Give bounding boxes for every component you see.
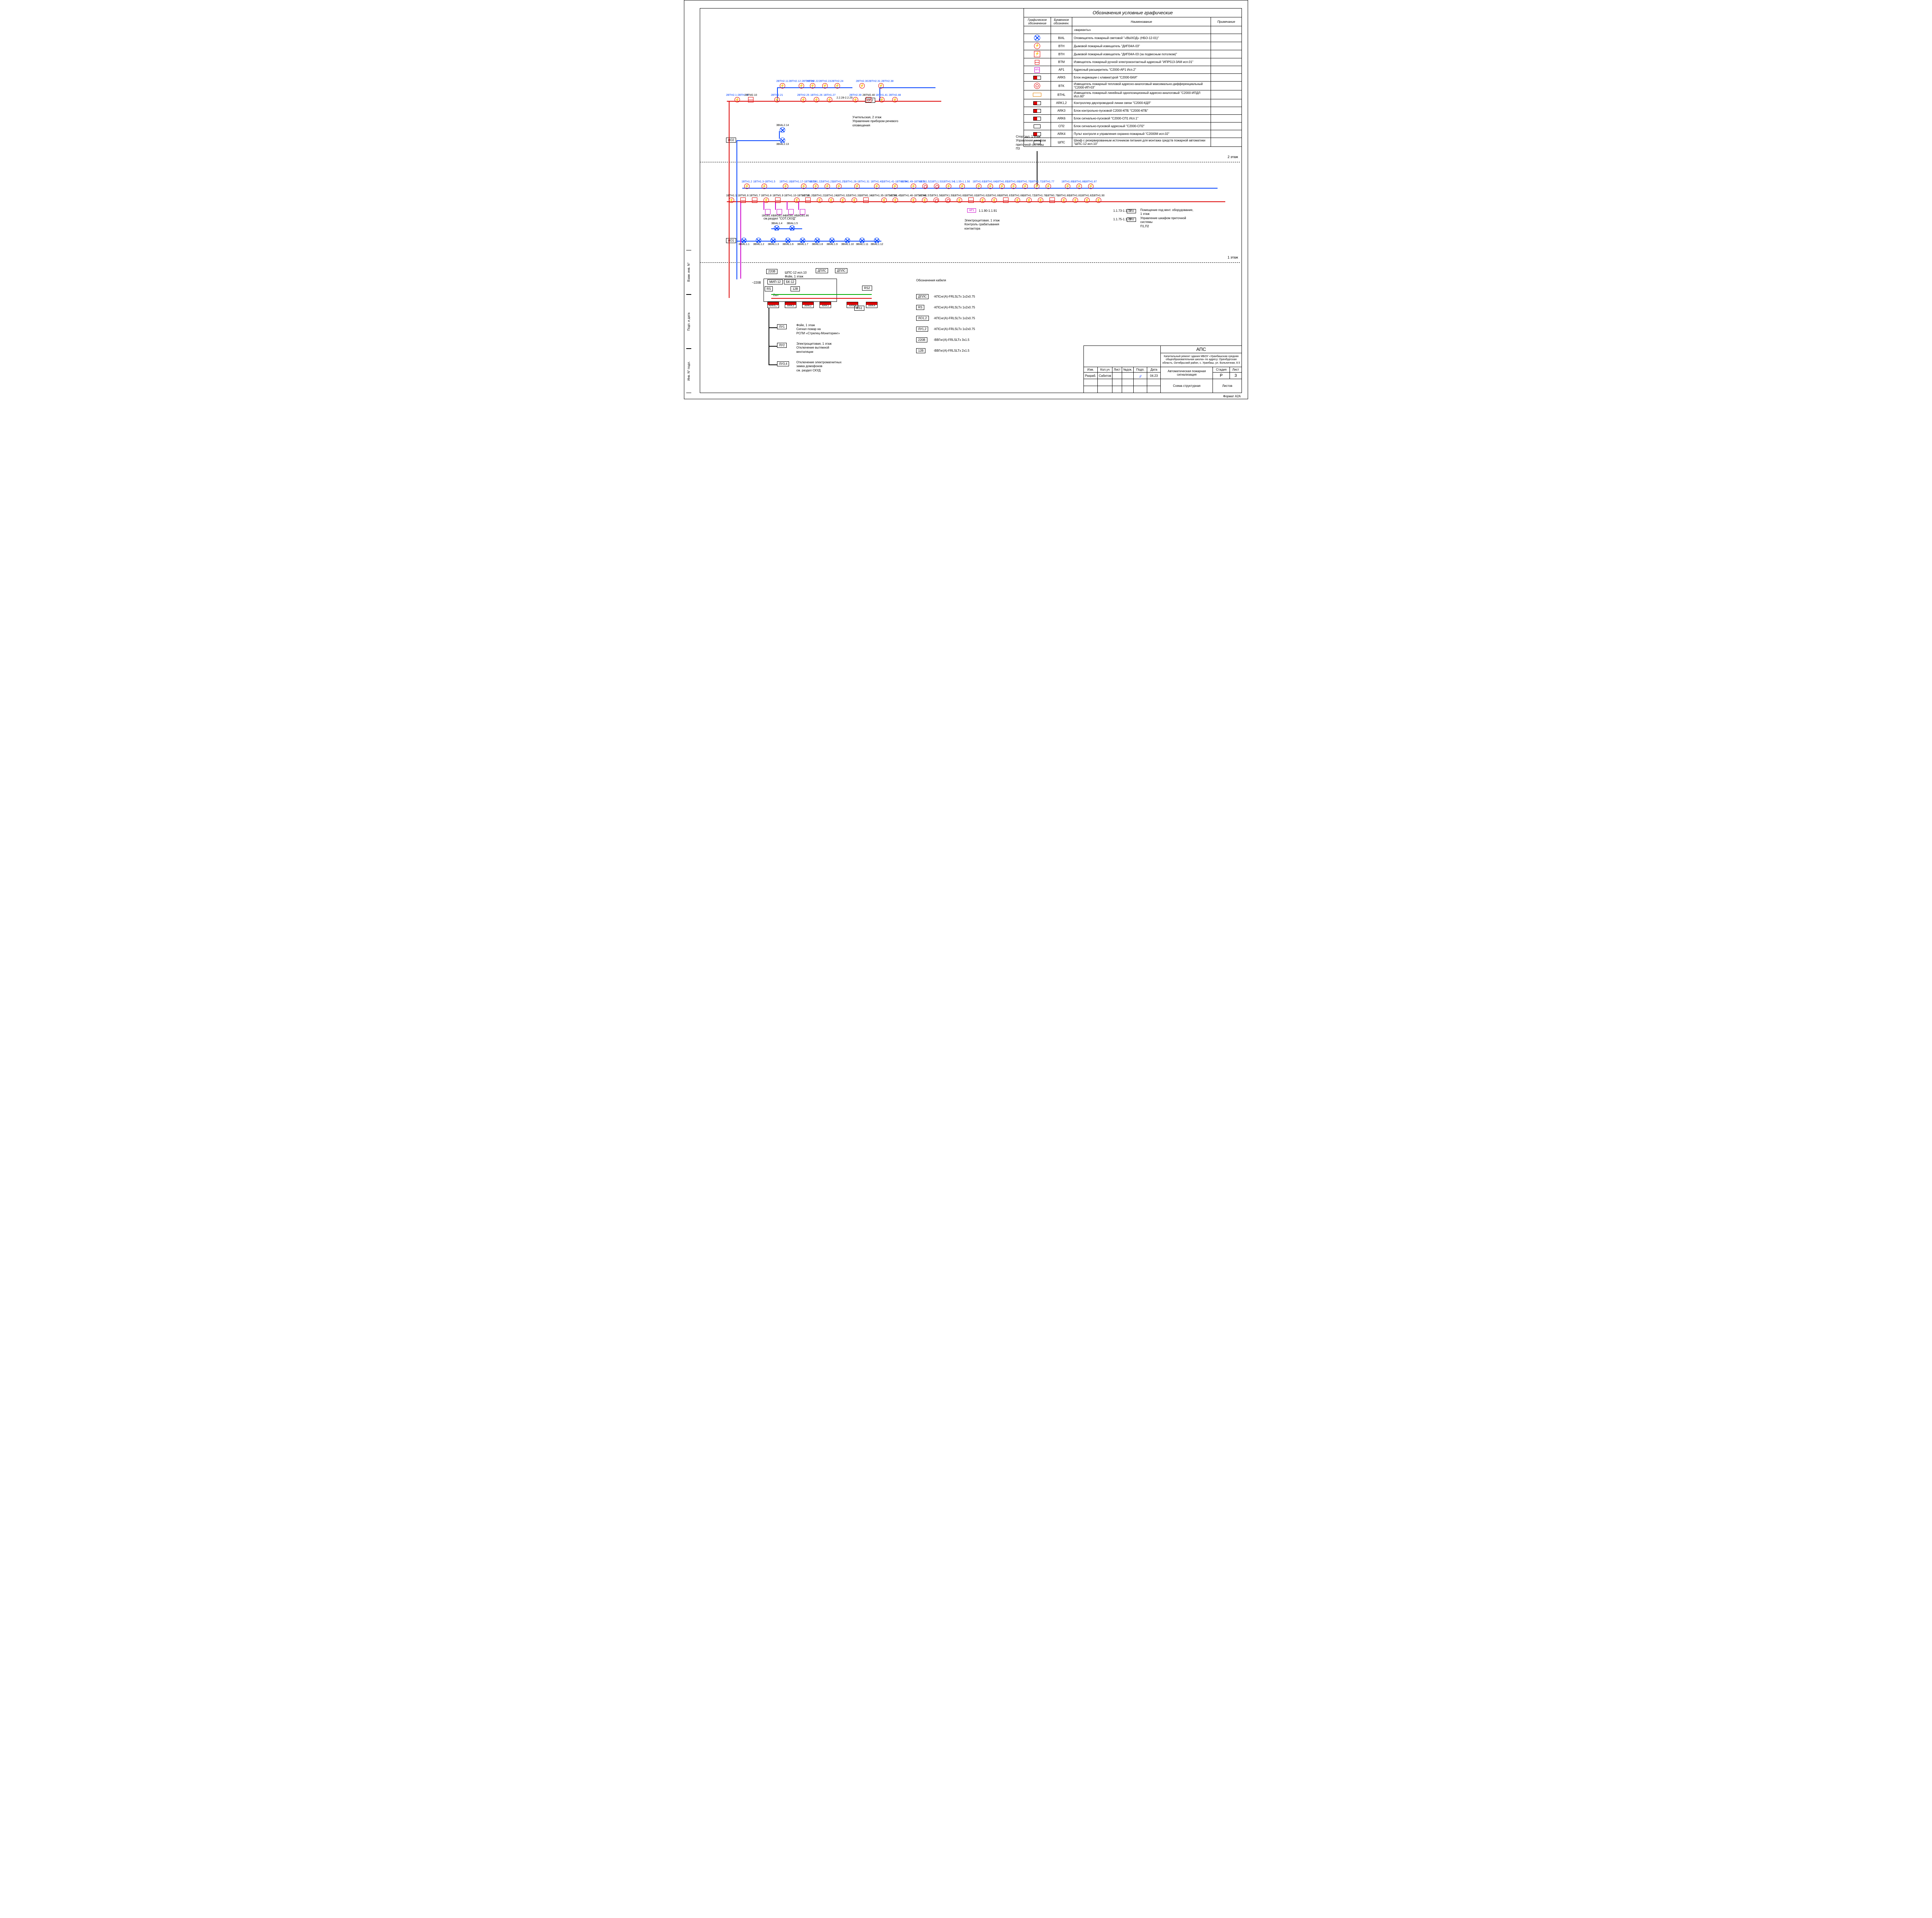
bial-f2-2: 3BIAL2.13 bbox=[776, 138, 789, 146]
ark-ARK5: ARK5 bbox=[847, 302, 858, 308]
note-teacher: Учительская, 2 этажУправление прибором р… bbox=[852, 116, 903, 128]
note-vent: Помещение под вент. оборудование, 1 этаж… bbox=[1140, 208, 1194, 228]
lo2-label: ЛО2 bbox=[726, 138, 736, 143]
drawing-sheet: Инв. N° подл. Подп. и дата Взам. инв. N°… bbox=[684, 0, 1248, 399]
ark-ARK6,7: ARK6,7 bbox=[767, 302, 779, 308]
lo1-label: ЛО1 bbox=[726, 238, 736, 243]
ark-ARK4: ARK4 bbox=[866, 302, 878, 308]
ap1-box: АР1 bbox=[967, 208, 976, 213]
note-elec: Электрощитовая, 1 этажКонтроль срабатыва… bbox=[964, 219, 1015, 231]
bial-f2-1: 3BIAL2.14 bbox=[776, 124, 789, 133]
ark-ARK2: ARK2 bbox=[802, 302, 814, 308]
ark-ARK1: ARK1 bbox=[820, 302, 831, 308]
titleblock: АПС Капитальный ремонт здания МБОУ «Уран… bbox=[1083, 345, 1242, 393]
format-label: Формат А2А bbox=[1223, 395, 1241, 398]
v220-tag: 220В bbox=[766, 269, 777, 274]
note-sport: Спортзал, 1 этажУправление шкафом приточ… bbox=[1016, 135, 1058, 151]
schematic-diagram: СП2 Учительская, 2 этажУправление прибор… bbox=[684, 0, 1248, 399]
shps-note: ШПС-12 исп.10Фойе, 1 этаж bbox=[785, 271, 807, 279]
cable-title: Обозначения кабеля bbox=[916, 279, 946, 283]
ark-ARK3: ARK3 bbox=[785, 302, 796, 308]
